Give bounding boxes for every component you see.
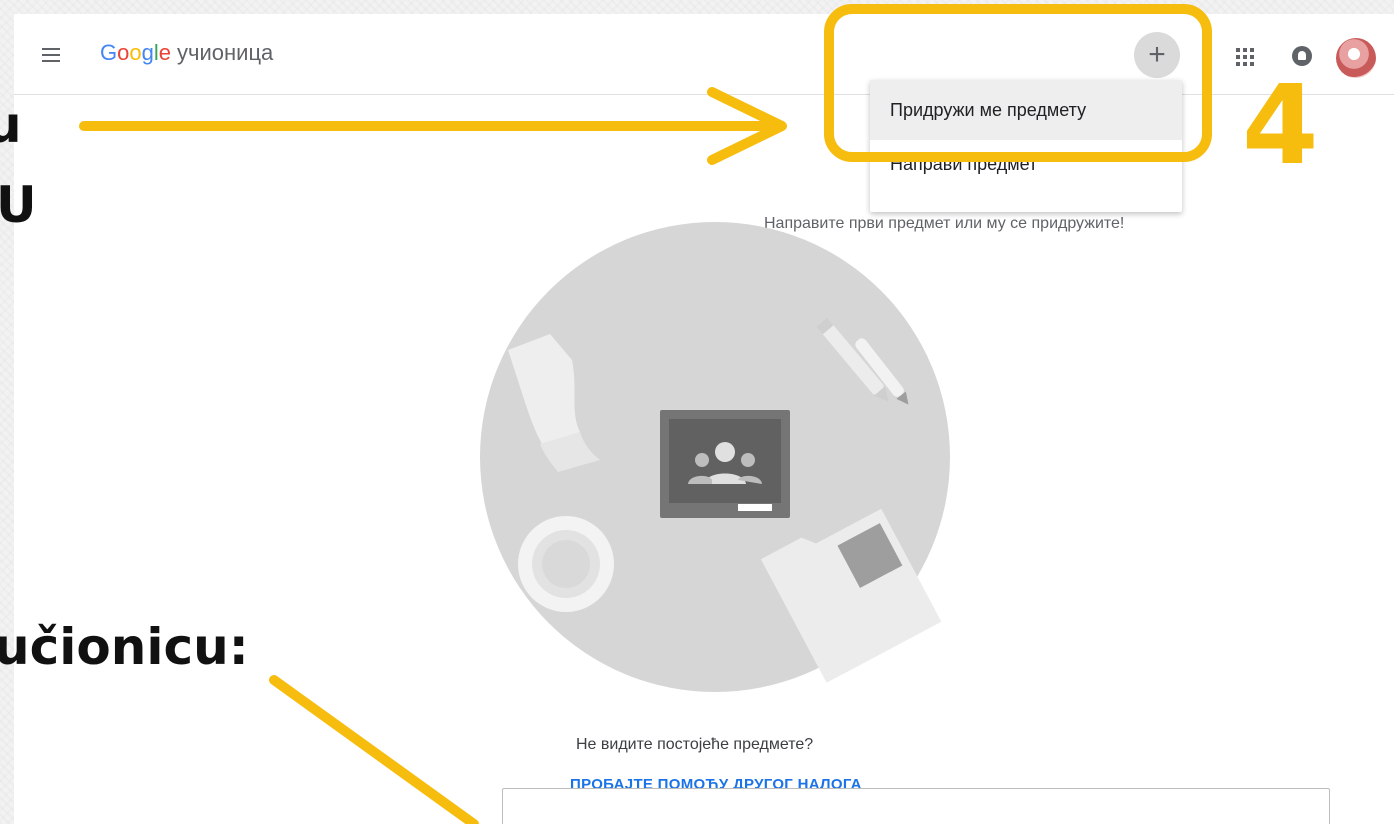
google-logo: Google <box>100 42 171 64</box>
logo-letter: o <box>117 40 130 65</box>
step-number: 4 <box>1242 61 1319 189</box>
logo-letter: G <box>100 40 118 65</box>
logo-letter: e <box>158 40 172 65</box>
product-name: учионица <box>177 40 274 65</box>
highlight-box <box>824 4 1212 162</box>
brand[interactable]: Google учионица <box>100 42 273 64</box>
avatar[interactable] <box>1336 38 1376 78</box>
main-menu-icon[interactable] <box>42 48 60 62</box>
logo-letter: g <box>141 40 154 65</box>
account-card <box>502 788 1330 824</box>
empty-state-illustration <box>480 222 950 692</box>
try-other-account-link[interactable]: ПРОБАЈТЕ ПОМОЋУ ДРУГОГ НАЛОГА <box>570 776 862 788</box>
no-classes-question: Не видите постојеће предмете? <box>576 736 814 753</box>
logo-letter: o <box>129 40 142 65</box>
